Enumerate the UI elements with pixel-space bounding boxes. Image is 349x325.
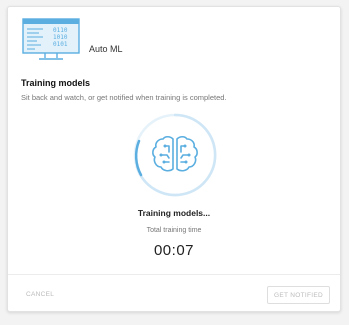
get-notified-button[interactable]: GET NOTIFIED [267, 286, 330, 304]
automl-monitor-icon: 0110 1010 0101 [22, 18, 80, 60]
progress-spinner [133, 113, 217, 197]
section-subtitle: Sit back and watch, or get notified when… [21, 93, 227, 102]
training-timer: 00:07 [153, 242, 195, 259]
training-dialog: 0110 1010 0101 Auto ML Training models S… [7, 6, 341, 312]
svg-text:1010: 1010 [53, 34, 68, 41]
section-title: Training models [21, 78, 91, 88]
cancel-button[interactable]: CANCEL [22, 286, 58, 304]
footer-divider [8, 274, 340, 275]
header-title: Auto ML [89, 44, 123, 54]
status-title: Training models... [137, 208, 211, 218]
svg-text:0110: 0110 [53, 27, 68, 34]
svg-text:0101: 0101 [53, 41, 68, 48]
brain-circuit-icon [152, 135, 198, 172]
training-time-label: Total training time [146, 227, 202, 234]
